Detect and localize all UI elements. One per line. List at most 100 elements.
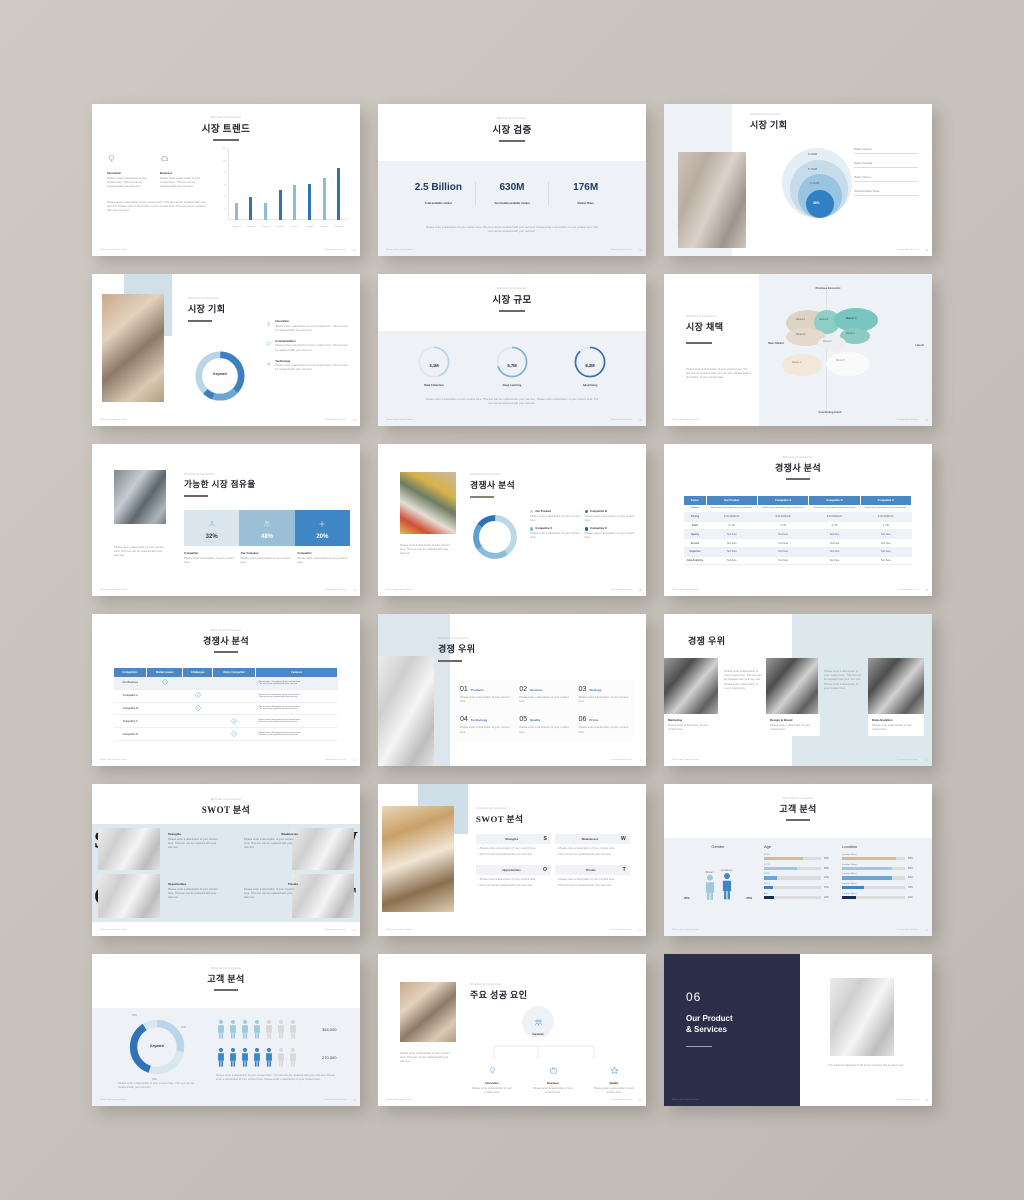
bar-row[interactable]: Location Name 86% — [842, 854, 918, 861]
table-row[interactable]: Features Please enter a description of yo… — [684, 505, 912, 513]
bar[interactable] — [249, 196, 253, 220]
donut-chart[interactable]: Keyword 28% 25% 36% — [126, 1014, 188, 1081]
tree-node[interactable]: Business Please enter a description of yo… — [531, 1062, 575, 1095]
slide-success-factors[interactable]: Minimal presentation 주요 성공 요인 Please ent… — [378, 954, 646, 1106]
donut-chart[interactable] — [470, 512, 520, 562]
slide-swot-letters[interactable]: Minimal presentation SWOT 분석 S O W T Str… — [92, 784, 360, 936]
swot-strengths[interactable]: Strengths Please enter a description of … — [168, 832, 222, 851]
slide-customer-analysis-bars[interactable]: Minimal presentation 고객 분석 Gender Women … — [664, 784, 932, 936]
bar-row[interactable]: Age 18% — [764, 893, 834, 899]
bar-row[interactable]: 07-19 58% — [764, 864, 834, 870]
table-row[interactable]: Competitor C ▪ Please enter a description… — [114, 714, 338, 729]
slide-section-divider[interactable]: 06 Our Product & Services Please add com… — [664, 954, 932, 1106]
slide-competitive-advantage-numbers[interactable]: Minimal presentation 경쟁 우위 01 Products Ple… — [378, 614, 646, 766]
bar[interactable] — [234, 203, 238, 220]
age-panel[interactable]: Age 07-19 68% 07-19 58% 07-19 23% 07-19 15% Age 1… — [764, 844, 834, 902]
pictogram-chart[interactable]: 364,000 270,000 — [216, 1018, 336, 1068]
bar-row[interactable]: 07-19 68% — [764, 854, 834, 861]
swot-quadrant[interactable]: Strengths S ▪ Please enter a description o… — [476, 834, 551, 861]
bubble-diagram[interactable]: Purchase Economic Mass Market Late-fit F… — [764, 284, 926, 416]
numbered-item[interactable]: 04 Technology Please enter a description o… — [456, 710, 515, 740]
bar-row[interactable]: Location Name 35% — [842, 883, 918, 890]
legend-item[interactable]: Competitor B Please enter a description … — [584, 510, 635, 523]
feature-innovation[interactable]: Innovation Please enter a description of… — [266, 320, 348, 333]
numbered-item[interactable]: 05 Quality Please enter a description of y… — [515, 710, 574, 740]
bar-row[interactable]: 07-19 15% — [764, 883, 834, 890]
tree-diagram[interactable]: Teamwork Innovation Please enter a descri… — [470, 1006, 636, 1096]
table-row[interactable]: Pricing $ 00.00/Month $ 00.00/Month $ 00.00… — [684, 512, 912, 522]
slide-swot-quadrants[interactable]: Minimal presentation SWOT 분석 Strengths S ▪… — [378, 784, 646, 936]
bar[interactable] — [337, 168, 341, 220]
ring-item[interactable]: 5,7M Deep Learning — [494, 344, 530, 387]
bar-row[interactable]: Location Name 80% — [842, 873, 918, 880]
legend-item[interactable]: Competitor C Please enter a description … — [584, 527, 635, 540]
table-row[interactable]: Deals 4 / 00 4 / 00 4 / 00 4 / 00 — [684, 521, 912, 531]
table-row[interactable]: Our Business ▪ Please enter a description… — [114, 677, 338, 690]
numbered-item[interactable]: 03 Strategy Please enter a description of … — [575, 680, 634, 710]
share-block-competitor-2[interactable]: 20% — [294, 510, 350, 546]
page-number: 03 — [925, 249, 928, 252]
ring-item[interactable]: 8,2M Advertising — [572, 344, 608, 387]
bar-row[interactable]: 07-19 23% — [764, 873, 834, 880]
slide-market-size[interactable]: Minimal presentation 시장 규모 3,1M Data Col… — [378, 274, 646, 426]
swot-opportunities[interactable]: Opportunities Please enter a description… — [168, 882, 222, 901]
legend-item[interactable]: Competitor A Please enter a description … — [530, 527, 580, 540]
numbered-item[interactable]: 01 Products Please enter a description of … — [456, 680, 515, 710]
swot-quadrant[interactable]: Threats T ▪ Please enter a description of … — [554, 865, 630, 892]
comparison-table[interactable]: Factor Our Product Competitor A Competitor … — [684, 496, 913, 566]
feature-innovation[interactable]: Innovation Please enter a description of… — [107, 150, 153, 190]
slide-competitor-table[interactable]: Minimal presentation 경쟁사 분석 Factor Our Pr… — [664, 444, 932, 596]
ring-item[interactable]: 3,1M Data Collection — [416, 344, 452, 387]
tree-node[interactable]: Quality Please enter a description of you… — [592, 1062, 636, 1095]
bubble-chart[interactable]: 8.2MM 5.7MM 3.1MM 36% — [782, 148, 852, 232]
table-row[interactable]: Quality Text here Text here Text here Text h… — [684, 529, 912, 540]
table-row[interactable]: Service Text here Text here Text here Text h… — [684, 538, 912, 548]
slide-competitor-donut[interactable]: Minimal presentation 경쟁사 분석 Please enter… — [378, 444, 646, 596]
matrix-table[interactable]: Competitors Market Leader Challenges Niche … — [114, 668, 338, 741]
slide-competitor-matrix[interactable]: Minimal presentation 경쟁사 분석 Competitors M… — [92, 614, 360, 766]
table-row[interactable]: Data Analytics Text here Text here Text her… — [684, 556, 912, 566]
location-panel[interactable]: Location Location Name 86% Location Name 80… — [842, 844, 918, 902]
share-block-competitor-1[interactable]: 32% — [184, 510, 240, 546]
gender-panel[interactable]: Gender Women Gentlemen 35% 65% — [682, 844, 754, 905]
column-marketing[interactable]: Marketing Please enter a description of … — [664, 714, 720, 737]
slide-market-trend[interactable]: Minimal presentation 시장 트렌드 Innovation P… — [92, 104, 360, 256]
table-row[interactable]: Competitor A ▪ Please enter a description… — [114, 689, 338, 703]
slide-market-opportunity-bubbles[interactable]: Minimal presentation 시장 기회 8.2MM 5.7MM 3… — [664, 104, 932, 256]
column-design-brand[interactable]: Design & Brand Please enter a descriptio… — [766, 714, 820, 737]
legend-item[interactable]: Our Product Please enter a description o… — [530, 510, 580, 523]
swot-threats[interactable]: Threats Please enter a description of yo… — [244, 882, 298, 901]
bar[interactable] — [307, 183, 311, 220]
tree-node[interactable]: Innovation Please enter a description of … — [470, 1062, 514, 1095]
swot-weaknesses[interactable]: Weaknesses Please enter a description of… — [244, 832, 298, 851]
donut-chart[interactable]: Keyword — [192, 348, 248, 404]
bar[interactable] — [264, 203, 268, 220]
stat-item[interactable]: 176M Market Share — [549, 182, 622, 205]
stat-item[interactable]: 2.5 Billion Total available market — [402, 182, 476, 205]
bar-row[interactable]: Location Name 22% — [842, 893, 918, 899]
numbered-item[interactable]: 06 Prices Please enter a description of yo… — [575, 710, 634, 740]
slide-market-share[interactable]: Minimal presentation 가능한 시장 점유율 Please e… — [92, 444, 360, 596]
share-block-our-company[interactable]: 48% — [239, 510, 295, 546]
bar[interactable] — [322, 177, 326, 220]
table-row[interactable]: Competitor B ▪ Please enter a description… — [114, 702, 338, 716]
bar[interactable] — [278, 190, 282, 220]
stat-item[interactable]: 630M Serviceable available market — [476, 182, 550, 205]
slide-market-opportunity-donut[interactable]: Minimal presentation 시장 기회 Keyword Innov… — [92, 274, 360, 426]
column-data-analytics[interactable]: Data Analytics Please enter a descriptio… — [868, 714, 924, 737]
numbered-item[interactable]: 02 Services Please enter a description of … — [515, 680, 574, 710]
slide-market-validation[interactable]: Minimal presentation 시장 검증 2.5 Billion T… — [378, 104, 646, 256]
feature-business[interactable]: Business Please enter a description of y… — [160, 150, 206, 190]
table-row[interactable]: Expertise Text here Text here Text here Text… — [684, 547, 912, 557]
feature-technology[interactable]: Technology Please enter a description of… — [266, 360, 348, 373]
table-row[interactable]: Competitor D ▪ Please enter a description… — [114, 727, 338, 741]
slide-competitive-advantage-photos[interactable]: 경쟁 우위 Marketing Please enter a descripti… — [664, 614, 932, 766]
slide-market-adoption[interactable]: Minimal presentation 시장 채택 Please enter … — [664, 274, 932, 426]
swot-quadrant[interactable]: Opportunities O ▪ Please enter a descripti… — [476, 865, 551, 892]
bar[interactable] — [293, 184, 297, 220]
slide-customer-analysis-pictogram[interactable]: Minimal presentation 고객 분석 Keyword 28% 2… — [92, 954, 360, 1106]
swot-quadrant[interactable]: Weaknesses W ▪ Please enter a description … — [554, 834, 630, 861]
feature-communication[interactable]: Communication Please enter a description… — [266, 340, 348, 353]
bar-chart[interactable]: 120 100 80 60 40 20 0 Category 1 Category 2 Cate… — [216, 148, 348, 232]
bar-row[interactable]: Location Name 80% — [842, 864, 918, 870]
